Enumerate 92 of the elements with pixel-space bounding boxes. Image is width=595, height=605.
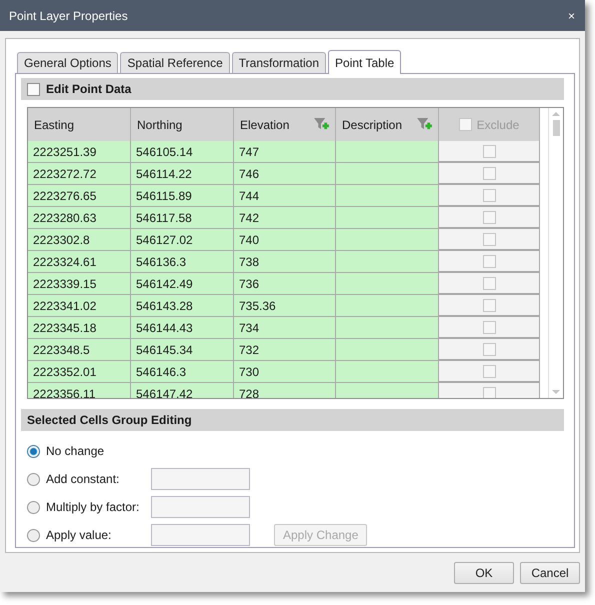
close-button[interactable]: × xyxy=(564,6,579,26)
table-cell[interactable]: 546143.28 xyxy=(131,295,234,317)
table-cell[interactable]: 546114.22 xyxy=(131,163,234,185)
table-cell[interactable] xyxy=(336,295,439,317)
radio-button[interactable] xyxy=(27,500,40,514)
scroll-down-icon[interactable] xyxy=(552,390,560,394)
input-field[interactable] xyxy=(151,468,250,490)
table-cell[interactable]: 738 xyxy=(234,251,336,273)
header-label: Exclude xyxy=(476,118,520,132)
dialog-button[interactable]: OK xyxy=(454,562,514,584)
scrollbar[interactable] xyxy=(548,108,563,398)
scroll-up-icon[interactable] xyxy=(552,112,560,116)
header-label: Description xyxy=(342,118,402,132)
checkbox[interactable] xyxy=(482,364,496,378)
table-cell[interactable]: 732 xyxy=(234,339,336,361)
table-cell[interactable]: 546115.89 xyxy=(131,185,234,207)
checkbox[interactable] xyxy=(482,254,496,268)
section-title: Selected Cells Group Editing xyxy=(27,413,192,427)
radio-button[interactable] xyxy=(27,528,40,542)
table-cell[interactable]: 728 xyxy=(234,383,336,398)
table-cell[interactable] xyxy=(336,317,439,339)
table-cell[interactable]: 746 xyxy=(234,163,336,185)
header-label: Elevation xyxy=(240,118,290,132)
table-cell[interactable]: 546117.58 xyxy=(131,207,234,229)
table-cell[interactable]: 2223280.63 xyxy=(28,207,131,229)
table-cell[interactable] xyxy=(336,207,439,229)
table-cell[interactable]: 2223272.72 xyxy=(28,163,131,185)
filter-add-icon[interactable] xyxy=(417,118,432,131)
table-cell[interactable]: 546136.3 xyxy=(131,251,234,273)
table-cell[interactable]: 2223276.65 xyxy=(28,185,131,207)
table-cell[interactable]: 740 xyxy=(234,229,336,251)
table-cell[interactable]: 2223348.5 xyxy=(28,339,131,361)
tab[interactable]: General Options xyxy=(17,52,118,73)
checkbox[interactable] xyxy=(27,82,40,96)
table-cell[interactable]: 2223341.02 xyxy=(28,295,131,317)
checkbox[interactable] xyxy=(482,320,496,334)
table-cell[interactable]: 735.36 xyxy=(234,295,336,317)
table-cell[interactable]: 742 xyxy=(234,207,336,229)
table-cell[interactable]: 546105.14 xyxy=(131,141,234,163)
table-cell[interactable]: 2223339.15 xyxy=(28,273,131,295)
table-cell[interactable]: 2223352.01 xyxy=(28,361,131,383)
dialog-button[interactable]: Cancel xyxy=(520,562,580,584)
header-label: Northing xyxy=(137,118,182,132)
table-cell[interactable] xyxy=(336,185,439,207)
input-field[interactable] xyxy=(151,496,250,518)
table-cell[interactable]: 2223324.61 xyxy=(28,251,131,273)
checkbox[interactable] xyxy=(482,386,496,398)
table-cell[interactable]: 744 xyxy=(234,185,336,207)
option-label: Multiply by factor: xyxy=(46,500,140,514)
input-field[interactable] xyxy=(151,524,250,546)
scroll-thumb[interactable] xyxy=(552,120,560,136)
checkbox[interactable] xyxy=(482,166,496,180)
option-label: Add constant: xyxy=(46,472,120,486)
table-cell[interactable] xyxy=(336,273,439,295)
table-cell[interactable]: 2223345.18 xyxy=(28,317,131,339)
table-cell[interactable]: 546145.34 xyxy=(131,339,234,361)
option-label: No change xyxy=(46,444,104,458)
table-cell[interactable] xyxy=(336,163,439,185)
radio-button[interactable] xyxy=(27,444,40,458)
checkbox[interactable] xyxy=(482,188,496,202)
table-cell[interactable]: 546144.43 xyxy=(131,317,234,339)
table-cell[interactable]: 2223356.11 xyxy=(28,383,131,398)
checkbox[interactable] xyxy=(482,276,496,290)
table-cell[interactable]: 546127.02 xyxy=(131,229,234,251)
radio-button[interactable] xyxy=(27,472,40,486)
tab[interactable]: Transformation xyxy=(232,52,326,73)
table-cell[interactable]: 546147.42 xyxy=(131,383,234,398)
table-cell[interactable]: 2223251.39 xyxy=(28,141,131,163)
table-cell[interactable]: 736 xyxy=(234,273,336,295)
window-title: Point Layer Properties xyxy=(9,8,128,22)
table-cell[interactable]: 2223302.8 xyxy=(28,229,131,251)
filter-add-icon[interactable] xyxy=(314,118,329,131)
table-cell[interactable]: 730 xyxy=(234,361,336,383)
tab[interactable]: Spatial Reference xyxy=(120,52,230,73)
checkbox-label: Edit Point Data xyxy=(46,82,132,96)
checkbox[interactable] xyxy=(482,342,496,356)
checkbox[interactable] xyxy=(482,298,496,312)
header-label: Easting xyxy=(34,118,74,132)
table-cell[interactable]: 747 xyxy=(234,141,336,163)
table-cell[interactable] xyxy=(336,229,439,251)
table-cell[interactable]: 734 xyxy=(234,317,336,339)
checkbox[interactable] xyxy=(482,144,496,158)
checkbox[interactable] xyxy=(482,210,496,224)
tab[interactable]: Point Table xyxy=(328,50,402,74)
table-cell[interactable]: 546142.49 xyxy=(131,273,234,295)
table-cell[interactable] xyxy=(336,251,439,273)
checkbox[interactable] xyxy=(482,232,496,246)
option-label: Apply value: xyxy=(46,528,112,542)
table-cell[interactable]: 546146.3 xyxy=(131,361,234,383)
table-cell[interactable] xyxy=(336,361,439,383)
table-cell[interactable] xyxy=(336,141,439,163)
table-cell[interactable] xyxy=(336,339,439,361)
